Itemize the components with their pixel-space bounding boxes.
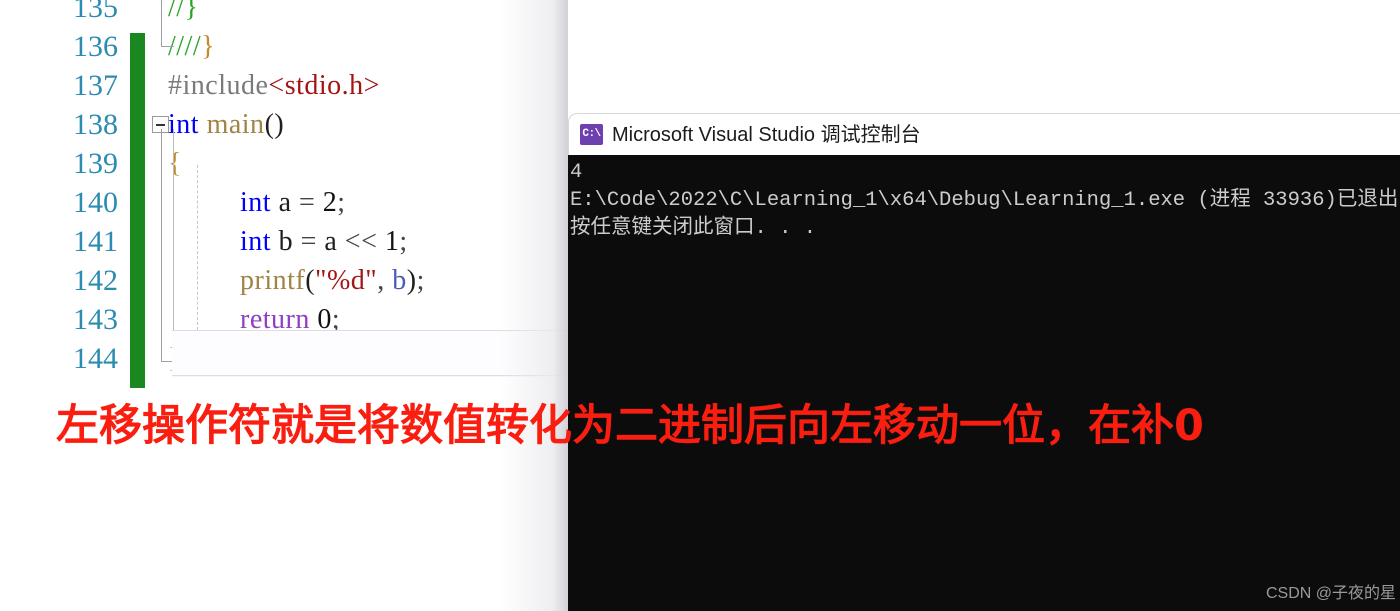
line-number: 142	[73, 264, 118, 297]
code-token: ()	[264, 109, 285, 140]
line-number: 137	[73, 69, 118, 102]
code-token: #include	[168, 70, 269, 101]
code-token: int	[240, 226, 279, 257]
code-line[interactable]: 138 int main()	[0, 105, 568, 144]
line-number: 144	[73, 342, 118, 375]
code-token: b	[392, 265, 407, 296]
change-indicator-bar	[130, 33, 145, 388]
console-output-area[interactable]: 4 E:\Code\2022\C\Learning_1\x64\Debug\Lea…	[568, 155, 1400, 611]
current-line-highlight	[172, 330, 568, 376]
code-token: )	[406, 265, 417, 296]
code-token: ;	[399, 226, 408, 257]
code-token: =	[299, 187, 323, 218]
console-output-line: 4	[570, 161, 583, 184]
code-token: main	[206, 109, 265, 140]
fold-bracket-main	[161, 129, 174, 362]
code-token: int	[240, 187, 279, 218]
csdn-watermark: CSDN @子夜的星	[1265, 585, 1396, 602]
screenshot-root: 135//} 136 ////} 137 #include<stdio.h> 138 int…	[0, 0, 1400, 611]
code-token: }	[201, 31, 216, 62]
line-number: 138	[73, 108, 118, 141]
line-number: 136	[73, 30, 118, 63]
console-output-line: E:\Code\2022\C\Learning_1\x64\Debug\Lear…	[570, 189, 1400, 212]
line-number: 141	[73, 225, 118, 258]
code-token: (	[305, 265, 316, 296]
code-token: a	[278, 187, 299, 218]
line-number: 140	[73, 186, 118, 219]
console-output-line: 按任意键关闭此窗口. . .	[570, 217, 817, 240]
code-line-text: int a = 2;	[240, 183, 346, 222]
code-line[interactable]: 140 int a = 2;	[0, 183, 568, 222]
code-token: <<	[344, 226, 385, 257]
code-line[interactable]: 137 #include<stdio.h>	[0, 66, 568, 105]
code-token: printf	[240, 265, 306, 296]
code-line[interactable]: 142 printf("%d", b);	[0, 261, 568, 300]
line-number: 135	[73, 0, 118, 24]
code-token: ;	[416, 265, 425, 296]
code-token: 2	[322, 187, 338, 218]
code-token: b	[278, 226, 301, 257]
code-line[interactable]: 135//}	[0, 0, 568, 27]
red-annotation-text: 左移操作符就是将数值转化为二进制后向左移动一位，在补0	[56, 401, 1204, 451]
code-token: a	[324, 226, 345, 257]
code-line-text: ////}	[168, 27, 215, 66]
console-output-lines: 4 E:\Code\2022\C\Learning_1\x64\Debug\Lea…	[568, 159, 1400, 243]
code-token: "%d"	[315, 265, 378, 296]
line-number: 139	[73, 147, 118, 180]
console-title: Microsoft Visual Studio 调试控制台	[612, 124, 921, 146]
console-cmd-icon: C:\	[580, 124, 603, 145]
console-window[interactable]: C:\ Microsoft Visual Studio 调试控制台 4 E:\Co…	[568, 113, 1400, 611]
code-line[interactable]: 136 ////}	[0, 27, 568, 66]
code-line[interactable]: 139{	[0, 144, 568, 183]
line-number: 143	[73, 303, 118, 336]
code-token: <stdio.h>	[268, 70, 380, 101]
console-titlebar[interactable]: C:\ Microsoft Visual Studio 调试控制台	[568, 113, 1400, 155]
code-line-text: int b = a << 1;	[240, 222, 408, 261]
console-icon-glyph: C:\	[582, 128, 601, 140]
code-token: =	[300, 226, 325, 257]
code-token: ;	[337, 187, 346, 218]
code-line[interactable]: 141 int b = a << 1;	[0, 222, 568, 261]
indent-guide-block	[197, 165, 199, 330]
code-token: 1	[384, 226, 400, 257]
code-line-text: #include<stdio.h>	[168, 66, 380, 105]
code-line-text: printf("%d", b);	[240, 261, 425, 300]
fold-bracket-comment	[161, 0, 174, 47]
code-token: ,	[377, 265, 393, 296]
code-editor-pane[interactable]: 135//} 136 ////} 137 #include<stdio.h> 138 int…	[0, 0, 568, 611]
code-line-text: int main()	[168, 105, 284, 144]
